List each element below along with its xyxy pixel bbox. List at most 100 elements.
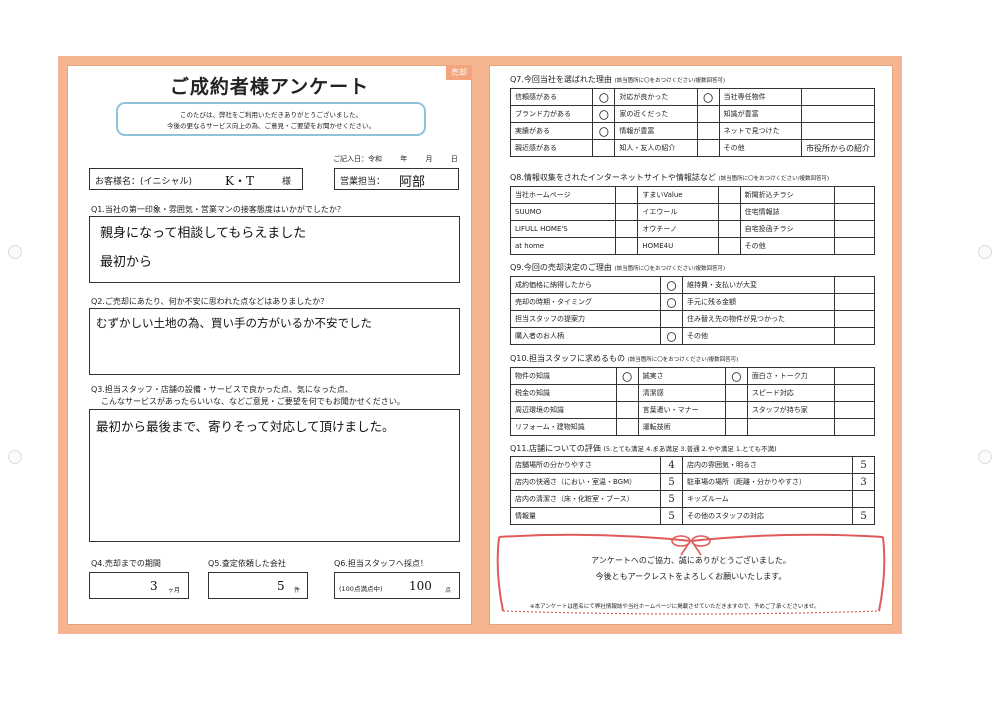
check-cell[interactable]: 〇 [592, 88, 616, 106]
option-label: ネットで見つけた [718, 122, 803, 140]
q6-unit: 点 [445, 587, 452, 594]
check-cell[interactable] [717, 186, 741, 204]
check-cell[interactable] [834, 384, 875, 402]
check-cell[interactable] [801, 88, 875, 106]
check-cell[interactable] [834, 186, 875, 204]
q5-field[interactable]: 5 件 [208, 572, 308, 599]
option-label: リフォーム・建物知識 [510, 418, 617, 436]
option-label: イエウール [637, 203, 719, 221]
option-label: HOME4U [637, 237, 719, 255]
check-cell[interactable] [615, 186, 639, 204]
q2-answer: むずかしい土地の為、買い手の方がいるか不安でした [96, 316, 372, 330]
check-cell[interactable]: 〇 [696, 88, 720, 106]
option-label: 信頼感がある [509, 88, 594, 106]
option-label: すまいValue [637, 186, 719, 204]
customer-name-field[interactable]: お客様名：(イニシャル) K・T 様 [89, 168, 303, 190]
check-cell[interactable] [615, 418, 639, 436]
table-row: 親近感がある 知人・友人の紹介 その他 市役所からの紹介 [509, 139, 875, 157]
entry-date-day: 日 [450, 155, 458, 163]
check-cell[interactable] [717, 203, 741, 221]
check-cell[interactable] [696, 139, 720, 157]
rating-cell[interactable]: 5 [660, 490, 683, 508]
q10-table: 物件の知識〇誠実さ〇面白さ・トーク力 税金の知識 清潔感 スピード対応 周辺環境の知… [510, 367, 875, 436]
rating-cell[interactable]: 5 [660, 507, 683, 525]
q2-answer-box[interactable]: むずかしい土地の為、買い手の方がいるか不安でした [89, 308, 460, 375]
check-cell[interactable] [834, 203, 875, 221]
rating-cell[interactable] [852, 490, 875, 508]
table-row: リフォーム・建物知識 運転技術 [510, 418, 875, 436]
check-cell[interactable] [615, 203, 639, 221]
customer-label: お客様名：(イニシャル) [95, 177, 193, 187]
check-cell[interactable]: 〇 [615, 367, 639, 385]
check-cell[interactable] [592, 139, 616, 157]
q5-text: Q5.査定依頼した会社 [208, 559, 286, 568]
survey-sheet: ご成約者様アンケート 売却 このたびは、弊社をご利用いただきありがとうございまし… [58, 56, 902, 634]
q3-answer-box[interactable]: 最初から最後まで、寄りそって対応して頂けました。 [89, 409, 460, 542]
check-cell[interactable] [724, 401, 748, 419]
q1-answer-line: 親身になって相談してもらえました [100, 226, 307, 241]
table-row: 当社ホームページ すまいValue 新聞折込チラシ [509, 186, 875, 204]
check-cell[interactable] [696, 105, 720, 123]
option-label: 自宅投函チラシ [739, 220, 836, 238]
check-cell[interactable] [696, 122, 720, 140]
check-cell[interactable]: 〇 [724, 367, 748, 385]
rating-cell[interactable]: 5 [660, 473, 683, 491]
rating-cell[interactable]: 5 [852, 507, 875, 525]
check-cell[interactable] [801, 122, 875, 140]
table-row: 信頼感がある〇対応が良かった〇当社専任物件 [509, 88, 875, 106]
q4-field[interactable]: 3 ヶ月 [89, 572, 189, 599]
check-cell[interactable] [834, 276, 875, 294]
check-cell[interactable] [834, 220, 875, 238]
check-cell[interactable] [615, 401, 639, 419]
check-cell[interactable] [717, 237, 741, 255]
q6-field[interactable]: (100点満点中) 100 点 [334, 572, 460, 599]
rating-label: 店舗場所の分かりやすさ [510, 456, 661, 474]
check-cell[interactable] [615, 220, 639, 238]
check-cell[interactable]: 〇 [660, 293, 683, 311]
table-row: at home HOME4U その他 [509, 237, 875, 255]
rating-cell[interactable]: 4 [660, 456, 683, 474]
check-cell[interactable] [660, 310, 683, 328]
check-cell[interactable] [801, 105, 875, 123]
check-cell[interactable] [834, 310, 875, 328]
rating-label: キッズルーム [682, 490, 853, 508]
check-cell[interactable] [615, 237, 639, 255]
q4-text: Q4.売却までの期間 [91, 559, 161, 568]
check-cell[interactable]: 〇 [592, 122, 616, 140]
check-cell[interactable] [615, 384, 639, 402]
check-cell[interactable] [724, 418, 748, 436]
option-label: 知人・友人の紹介 [614, 139, 698, 157]
check-cell[interactable] [834, 401, 875, 419]
rating-cell[interactable]: 5 [852, 456, 875, 474]
q9-note: (該当箇所に〇をおつけください/複数回答可) [614, 266, 726, 272]
check-cell[interactable] [717, 220, 741, 238]
thanks-line: 今後ともアークレストをよろしくお願いいたします。 [595, 572, 787, 581]
table-row: 税金の知識 清潔感 スピード対応 [510, 384, 875, 402]
check-cell[interactable] [834, 418, 875, 436]
survey-title: ご成約者様アンケート [169, 76, 370, 98]
q7-text: Q7.今回当社を選ばれた理由 (該当箇所に〇をおつけください/複数回答可) [510, 74, 725, 85]
check-cell[interactable] [834, 327, 875, 345]
punch-hole [8, 245, 22, 259]
option-label [746, 418, 836, 436]
option-label: 住宅情報誌 [739, 203, 836, 221]
check-cell[interactable] [724, 384, 748, 402]
staff-field[interactable]: 営業担当： 阿部 [334, 168, 459, 190]
q3-answer: 最初から最後まで、寄りそって対応して頂けました。 [96, 419, 395, 434]
option-label: SUUMO [509, 203, 617, 221]
q11-title: Q11.店舗についての評価 [510, 444, 601, 453]
check-cell[interactable] [834, 293, 875, 311]
q1-answer-box[interactable]: 親身になって相談してもらえました 最初から [89, 216, 460, 283]
check-cell[interactable] [834, 237, 875, 255]
check-cell[interactable]: 〇 [660, 327, 683, 345]
q5-unit: 件 [294, 587, 301, 594]
check-cell[interactable]: 〇 [592, 105, 616, 123]
check-cell[interactable]: 〇 [660, 276, 683, 294]
q4-unit: ヶ月 [168, 587, 181, 594]
check-cell[interactable] [834, 367, 875, 385]
rating-cell[interactable]: 3 [852, 473, 875, 491]
other-answer[interactable]: 市役所からの紹介 [801, 139, 875, 157]
rating-label: 駐車場の場所（距離・分かりやすさ） [682, 473, 853, 491]
option-label: 成約価格に納得したから [510, 276, 661, 294]
option-label: 誠実さ [637, 367, 726, 385]
